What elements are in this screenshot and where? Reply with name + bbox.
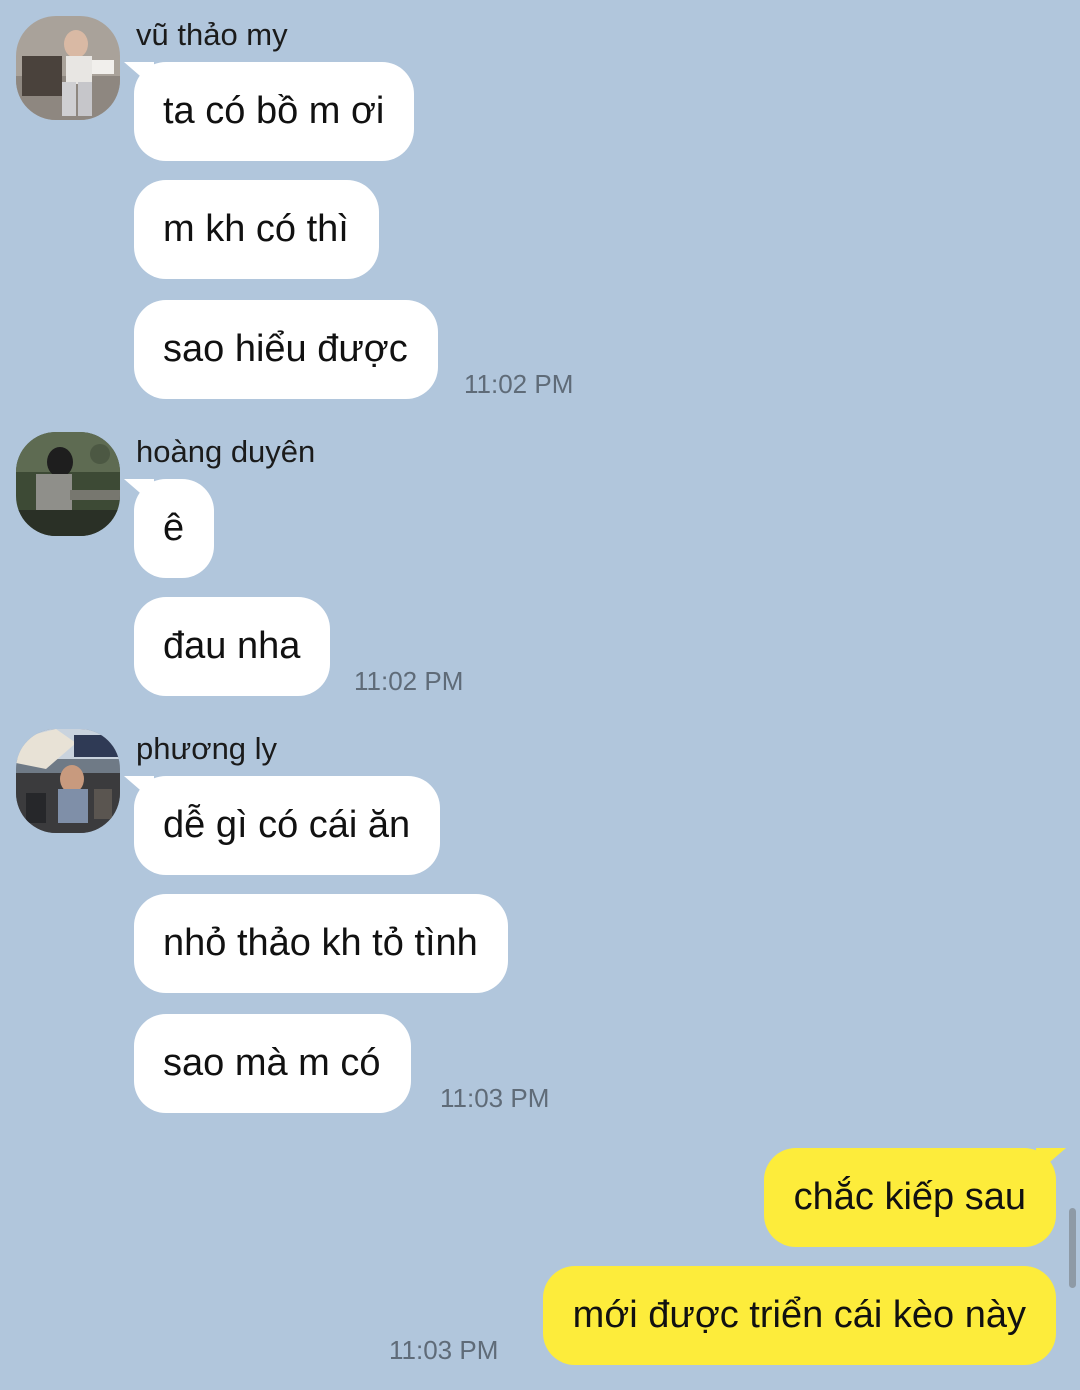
sender-name: hoàng duyên — [136, 434, 316, 469]
avatar-hoang-duyen[interactable] — [16, 432, 120, 536]
message-bubble[interactable]: ta có bồ m ơi — [134, 62, 415, 161]
message-bubble[interactable]: sao mà m có — [134, 1014, 411, 1113]
message-bubble[interactable]: ê — [134, 479, 215, 578]
message-bubble[interactable]: nhỏ thảo kh tỏ tình — [134, 894, 508, 993]
message-timestamp: 11:03 PM — [389, 1335, 499, 1365]
message-timestamp: 11:03 PM — [440, 1083, 550, 1113]
message-bubble[interactable]: đau nha — [134, 597, 331, 696]
message-timestamp: 11:02 PM — [354, 666, 464, 696]
message-bubble[interactable]: m kh có thì — [134, 180, 379, 279]
scrollbar[interactable] — [1069, 1208, 1076, 1288]
message-timestamp: 11:02 PM — [464, 369, 574, 399]
my-message-bubble[interactable]: chắc kiếp sau — [763, 1148, 1056, 1247]
message-bubble[interactable]: dễ gì có cái ăn — [134, 776, 441, 875]
sender-name: vũ thảo my — [136, 17, 288, 52]
sender-name: phương ly — [136, 731, 278, 766]
my-message-bubble[interactable]: mới được triển cái kèo này — [542, 1266, 1056, 1365]
avatar-phuong-ly[interactable] — [16, 729, 120, 833]
message-bubble[interactable]: sao hiểu được — [134, 300, 438, 399]
chat-area[interactable]: vũ thảo my ta có bồ m ơi m kh có thì sao… — [0, 0, 1080, 1390]
avatar-vu-thao-my[interactable] — [16, 16, 120, 120]
